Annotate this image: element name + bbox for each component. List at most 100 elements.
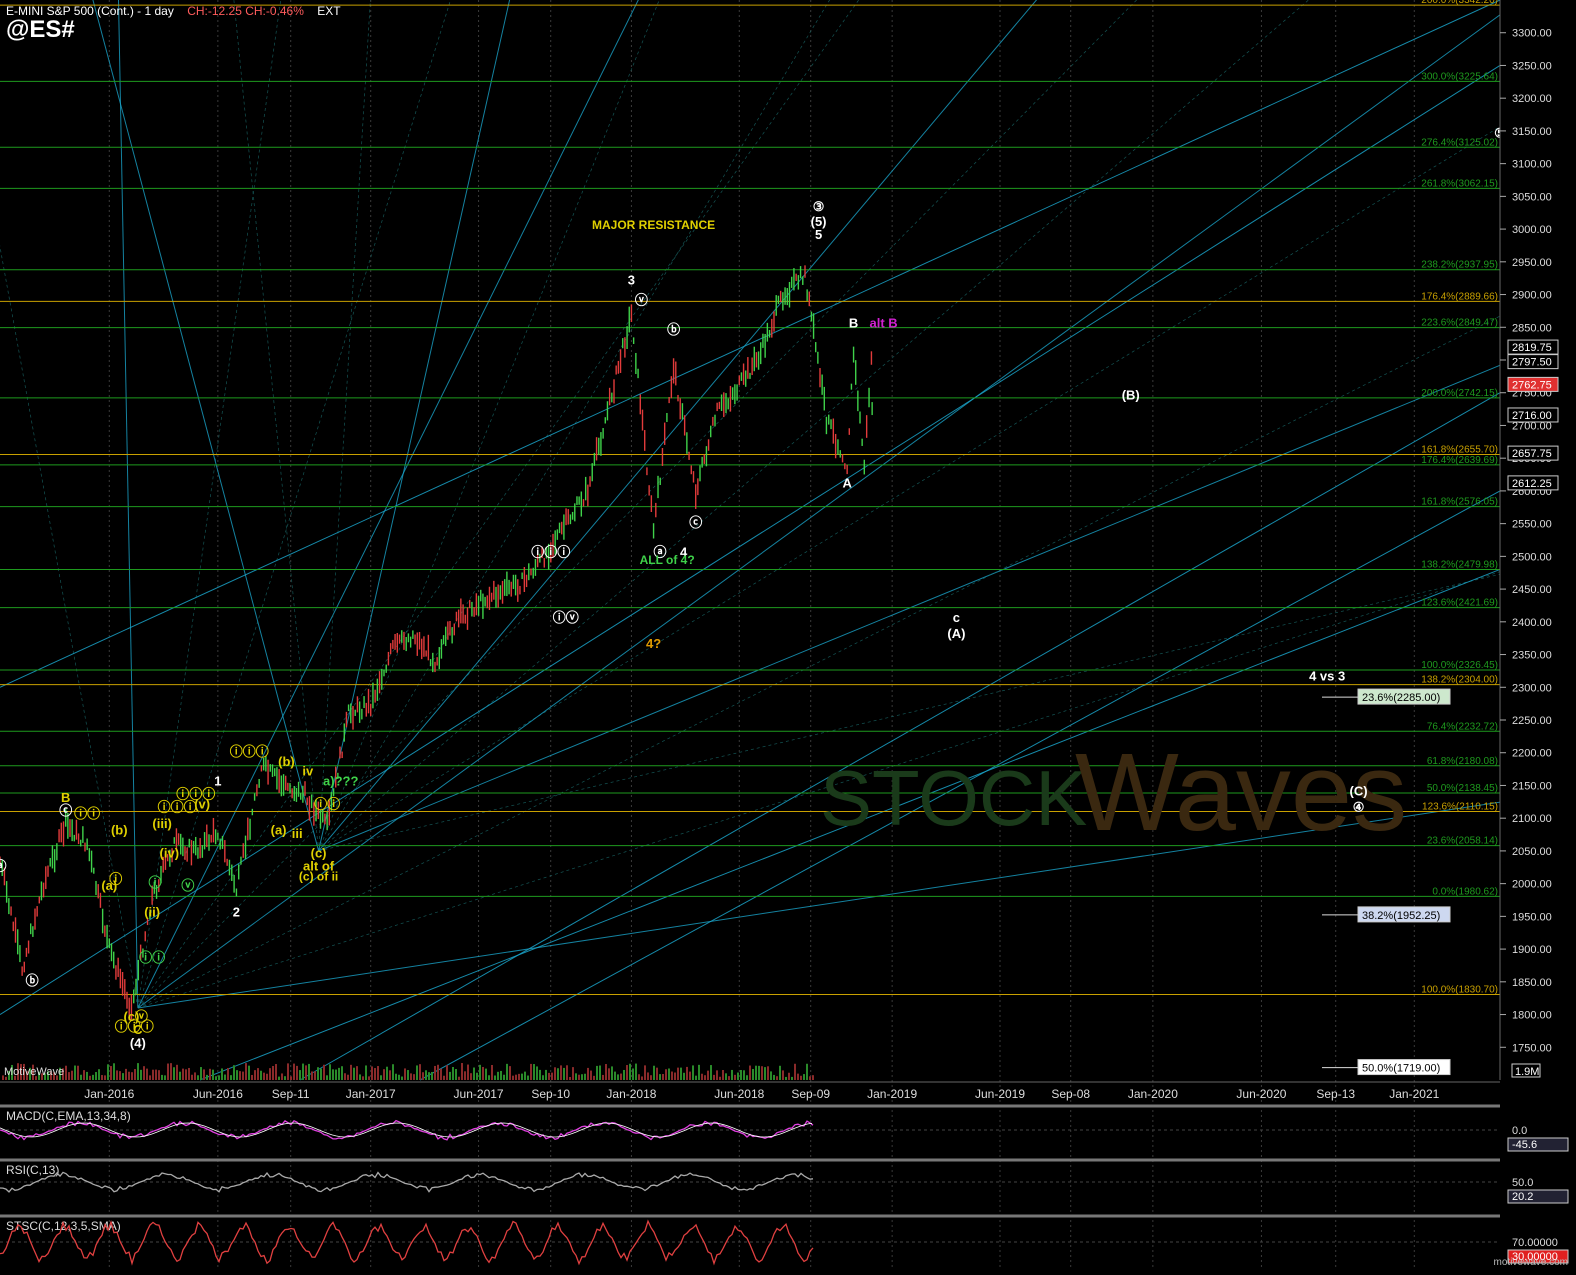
fib-level-label: 23.6%(2058.14) [1427,836,1498,847]
volume-bar [218,1075,220,1080]
volume-bar [623,1069,625,1080]
volume-bar [260,1070,262,1080]
volume-bar [716,1070,718,1080]
time-tick-label: Jan-2021 [1389,1087,1439,1101]
volume-bar [698,1064,700,1080]
price-tick-label: 2300.00 [1512,682,1552,694]
time-tick-label: Jun-2017 [454,1087,504,1101]
volume-bar [137,1063,139,1080]
fib-level-label: 176.4%(2639.69) [1421,455,1498,466]
price-tick-label: 3100.00 [1512,159,1552,171]
wave-annotation: 2 [233,904,240,919]
volume-bar [215,1076,217,1080]
time-tick-label: Sep-10 [531,1087,570,1101]
price-tick-label: 2150.00 [1512,780,1552,792]
volume-bar [329,1064,331,1080]
volume-bar [233,1065,235,1080]
volume-bar [353,1067,355,1080]
price-tick-label: 3150.00 [1512,126,1552,138]
volume-bar [542,1075,544,1080]
volume-bar [116,1070,118,1080]
volume-bar [194,1072,196,1080]
volume-bar [206,1074,208,1080]
volume-bar [509,1066,511,1080]
volume-bar [320,1068,322,1080]
volume-bar [713,1074,715,1080]
fib-level-label: 100.0%(2326.45) [1421,660,1498,671]
volume-bar [77,1065,79,1080]
price-chart[interactable]: 200.0%(3342.20) 300.0%(3225.64) 276.4%(312… [0,0,1576,1270]
volume-bar [410,1073,412,1080]
volume-bar [293,1063,295,1080]
volume-bar [86,1071,88,1080]
price-tick-label: 2500.00 [1512,551,1552,563]
volume-bar [707,1070,709,1080]
volume-bar [212,1069,214,1080]
wave-annotation: (iv) [160,845,180,860]
volume-bar [125,1068,127,1080]
wave-annotation: (a) [271,823,287,838]
volume-bar [605,1064,607,1080]
volume-bar [560,1065,562,1080]
wave-annotation: MAJOR RESISTANCE [592,218,715,232]
volume-bar [677,1067,679,1080]
volume-bar [758,1065,760,1080]
volume-bar [422,1072,424,1080]
wave-annotation: ④ [1353,800,1365,815]
volume-bar [185,1069,187,1080]
wave-annotation: 5 [815,227,822,242]
volume-bar [254,1070,256,1080]
price-tick-label: 3300.00 [1512,28,1552,40]
time-tick-label: Sep-13 [1316,1087,1355,1101]
volume-bar [569,1076,571,1080]
volume-bar [530,1063,532,1080]
volume-bar [239,1071,241,1080]
time-tick-label: Sep-08 [1051,1087,1090,1101]
volume-bar [806,1063,808,1080]
fib-level-label: 200.0%(2742.15) [1421,388,1498,399]
fib-level-label: 161.8%(2576.05) [1421,497,1498,508]
volume-bar [728,1076,730,1080]
price-tick-label: 3250.00 [1512,60,1552,72]
volume-bar [611,1066,613,1080]
volume-bar [113,1063,115,1080]
fib-level-label: 300.0%(3225.64) [1421,71,1498,82]
price-tick-label: 2000.00 [1512,879,1552,891]
volume-bar [683,1072,685,1080]
volume-bar [95,1072,97,1080]
volume-bar [803,1074,805,1080]
volume-bar [488,1075,490,1080]
volume-bar [446,1065,448,1080]
vendor-label: MotiveWave [4,1066,65,1078]
volume-bar [98,1069,100,1080]
volume-bar [284,1076,286,1080]
volume-bar [524,1071,526,1080]
volume-bar [131,1072,133,1080]
volume-bar [401,1076,403,1080]
volume-bar [149,1075,151,1080]
volume-bar [521,1073,523,1080]
volume-bar [743,1070,745,1080]
fib-level-label: 223.6%(2849.47) [1421,318,1498,329]
volume-bar [71,1070,73,1080]
fib-level-label: 138.2%(2304.00) [1421,675,1498,686]
volume-bar [461,1063,463,1080]
wave-annotation: 3 [628,273,635,288]
ext-label: EXT [317,4,341,18]
volume-bar [362,1076,364,1080]
volume-bar [668,1068,670,1080]
volume-bar [437,1064,439,1080]
price-tick-label: 3000.00 [1512,224,1552,236]
volume-bar [74,1065,76,1080]
volume-bar [476,1072,478,1080]
price-label: 2612.25 [1512,478,1552,490]
chart-stage[interactable]: 200.0%(3342.20) 300.0%(3225.64) 276.4%(312… [0,0,1576,1270]
wave-annotation: B [849,315,858,330]
volume-bar [791,1076,793,1080]
time-tick-label: Sep-11 [272,1087,310,1101]
time-tick-label: Jun-2019 [975,1087,1025,1101]
volume-bar [749,1065,751,1080]
volume-bar [296,1065,298,1080]
time-tick-label: Jan-2019 [867,1087,917,1101]
volume-bar [251,1074,253,1080]
